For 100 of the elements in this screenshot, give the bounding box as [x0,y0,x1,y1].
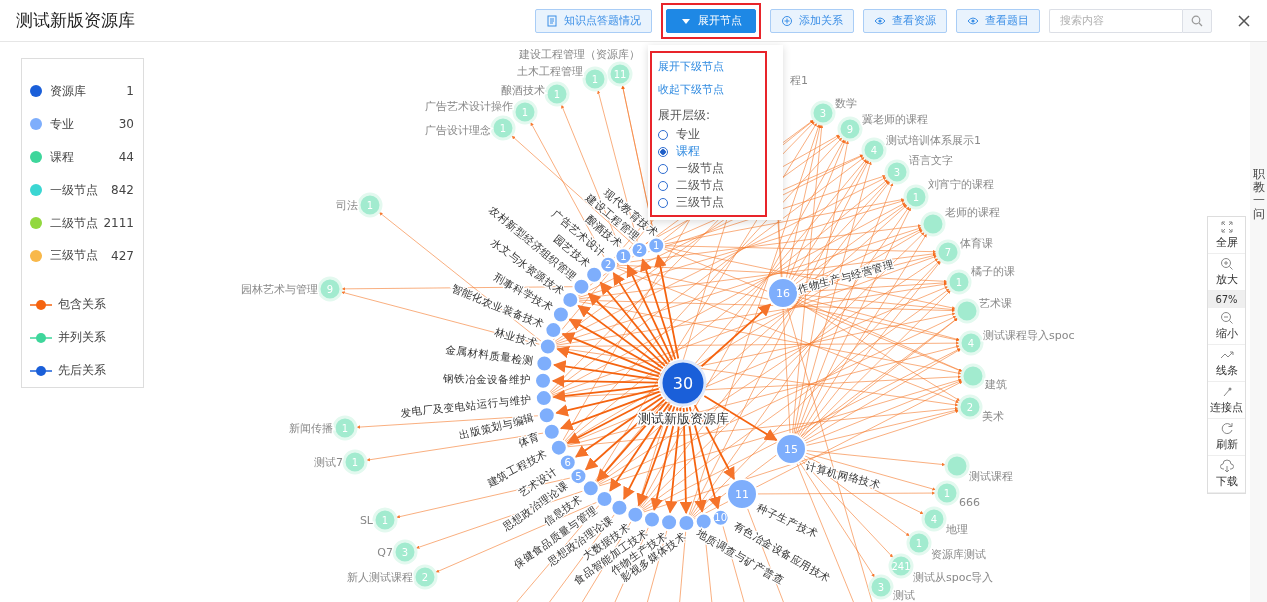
node-label: 资源库测试 [931,548,986,561]
level-radio-option[interactable]: 专业 [658,126,759,143]
major-node[interactable]: 16 [767,277,799,309]
course-node[interactable]: 1 [372,507,398,533]
node-label: 666 [959,496,980,509]
node-label: 计算机网络技术 [804,459,882,491]
major-node[interactable]: 15 [775,433,807,465]
toolbar-button[interactable]: 展开节点 [666,8,756,33]
course-node[interactable]: 9 [317,276,343,302]
major-node[interactable] [549,438,568,457]
node-label: 新人测试课程 [347,571,413,584]
course-node[interactable]: 1 [903,184,929,210]
major-node[interactable] [643,510,661,529]
node-label: 园林艺术与管理 [241,283,318,296]
course-node[interactable]: 4 [921,506,947,532]
major-node[interactable] [581,479,600,498]
node-label: 体育课 [960,237,993,250]
course-node[interactable]: 11 [607,61,633,87]
eye-icon [874,14,886,27]
node-label: Q7 [377,546,393,559]
course-node[interactable] [920,211,946,237]
major-node[interactable]: 2 [599,255,618,274]
node-label: 数学 [835,97,857,110]
course-node[interactable]: 1 [582,66,608,92]
course-node[interactable]: 1 [512,99,538,125]
course-node[interactable]: 4 [861,137,887,163]
major-node[interactable] [585,265,604,284]
node-label: 测试课程导入spoc [983,329,1075,342]
level-radio-option[interactable]: 三级节点 [658,194,759,211]
legend-label: 三级节点 [50,247,99,265]
major-node[interactable] [535,354,554,373]
node-label: 司法 [336,199,358,212]
node-label: 地理 [946,523,968,536]
course-node[interactable]: 1 [342,449,368,475]
side-tab[interactable]: 职教一问 [1253,168,1265,221]
major-node[interactable] [551,305,570,324]
major-node[interactable] [544,321,563,340]
zoom-control-button[interactable]: 下载 [1208,456,1245,493]
course-node[interactable] [944,453,970,479]
course-node[interactable]: 9 [837,116,863,142]
course-node[interactable] [960,363,986,389]
legend-label: 课程 [50,148,75,166]
major-node[interactable] [534,371,552,390]
major-node[interactable]: 10 [711,508,730,527]
major-node[interactable] [542,422,561,441]
node-label: 测试课程 [969,470,1013,483]
major-node[interactable]: 1 [647,236,666,255]
fullscreen-icon [1219,220,1234,234]
course-node[interactable]: 1 [544,81,570,107]
level-radio-option[interactable]: 课程 [658,143,759,160]
search-field[interactable]: 搜索内容 [1049,8,1182,33]
major-node[interactable] [660,513,679,532]
course-node[interactable]: 2 [957,394,983,420]
course-node[interactable]: 3 [884,159,910,185]
toolbar-button[interactable]: 知识点答题情况 [535,8,652,33]
course-node[interactable]: 3 [392,539,418,565]
toolbar-button[interactable]: 查看题目 [956,8,1040,33]
legend-count: 842 [111,183,134,198]
course-node[interactable]: 241 [888,553,914,579]
toolbar-button[interactable]: 添加关系 [770,8,854,33]
node-label: 酿酒技术 [501,84,545,97]
search-button[interactable] [1182,8,1212,33]
zoom-out-icon [1219,311,1234,325]
major-node[interactable]: 2 [630,240,649,259]
course-node[interactable]: 4 [958,330,984,356]
major-node[interactable] [534,389,553,408]
major-node[interactable] [595,489,614,508]
course-node[interactable]: 7 [935,239,961,265]
course-node[interactable]: 1 [357,192,383,218]
toolbar-button[interactable]: 查看资源 [863,8,947,33]
legend-count: 427 [111,248,134,263]
course-node[interactable]: 2 [412,564,438,590]
major-node[interactable] [537,406,556,425]
zoom-level-reading: 67% [1208,291,1245,308]
major-node[interactable]: 5 [569,467,588,486]
node-label: 橘子的课 [971,265,1015,278]
node-label: 广告设计理念 [425,124,491,137]
menu-link[interactable]: 收起下级节点 [658,82,724,97]
course-node[interactable]: 1 [934,480,960,506]
course-node[interactable] [954,298,980,324]
legend-count: 2111 [103,216,134,230]
course-node[interactable]: 1 [490,115,516,141]
major-node[interactable]: 6 [558,453,577,472]
menu-link[interactable]: 展开下级节点 [658,59,724,74]
major-node[interactable] [626,505,645,524]
major-node[interactable] [677,513,696,532]
close-button[interactable] [1237,13,1251,28]
page-title: 测试新版资源库 [16,9,135,32]
course-node[interactable]: 1 [332,415,358,441]
course-node[interactable]: 3 [868,574,894,600]
level-radio-option[interactable]: 二级节点 [658,177,759,194]
legend-label: 先后关系 [58,362,107,379]
course-node[interactable]: 3 [810,100,836,126]
major-node[interactable] [538,337,557,356]
course-node[interactable]: 1 [906,530,932,556]
course-node[interactable]: 1 [946,269,972,295]
level-radio-option[interactable]: 一级节点 [658,160,759,177]
major-node[interactable] [610,498,629,517]
center-node[interactable]: 30 [659,359,707,407]
cloud-download-icon [1219,459,1234,473]
